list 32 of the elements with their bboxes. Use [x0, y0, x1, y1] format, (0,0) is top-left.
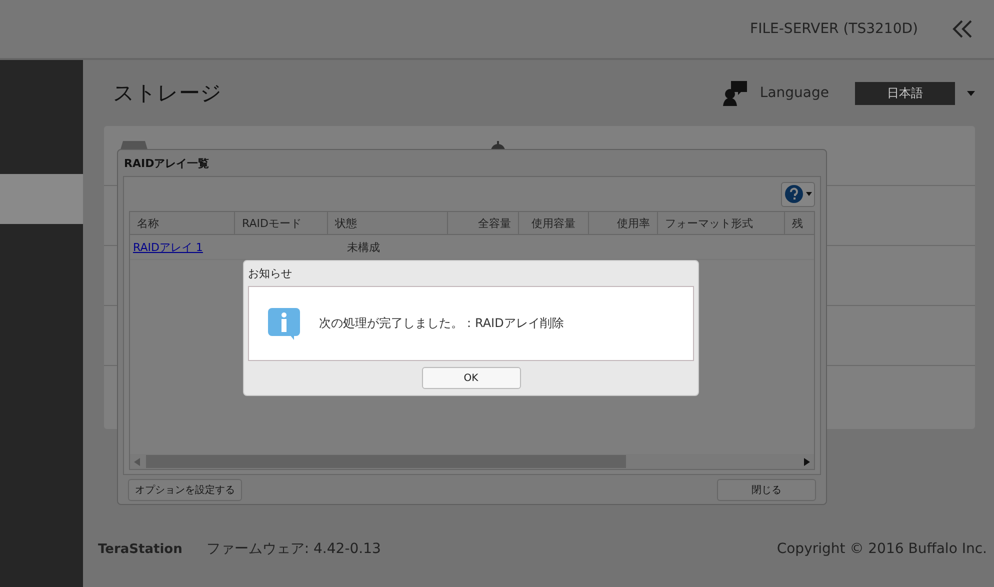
- raid-array-link[interactable]: RAIDアレイ 1: [133, 240, 203, 254]
- copyright: Copyright © 2016 Buffalo Inc.: [776, 541, 987, 557]
- chat-person-icon: [722, 80, 748, 106]
- column-header[interactable]: 使用容量: [519, 212, 589, 234]
- help-button[interactable]: [781, 182, 815, 206]
- table-cell: 未構成: [347, 240, 380, 254]
- info-icon: [268, 308, 300, 340]
- close-button[interactable]: 閉じる: [717, 479, 816, 501]
- column-header[interactable]: RAIDモード: [235, 212, 328, 234]
- language-label: Language: [760, 85, 829, 101]
- language-select[interactable]: 日本語: [855, 82, 955, 104]
- set-options-button[interactable]: オプションを設定する: [128, 479, 242, 501]
- dialog-title: お知らせ: [248, 266, 293, 282]
- column-header[interactable]: 名称: [130, 212, 235, 234]
- caret-icon: [806, 192, 812, 196]
- dialog-title: RAIDアレイ一覧: [123, 156, 210, 172]
- column-header[interactable]: 使用率: [589, 212, 658, 234]
- firmware-version: ファームウェア: 4.42-0.13: [206, 540, 381, 558]
- ok-button[interactable]: OK: [422, 367, 520, 389]
- brand-logo: TeraStation: [98, 542, 182, 556]
- horizontal-scrollbar[interactable]: [130, 454, 814, 469]
- column-header[interactable]: 残: [785, 212, 814, 234]
- notice-message: 次の処理が完了しました。：RAIDアレイ削除: [319, 315, 564, 332]
- column-header[interactable]: フォーマット形式: [658, 212, 785, 234]
- help-icon: [784, 185, 802, 203]
- scroll-right-icon[interactable]: [804, 458, 810, 466]
- caret-icon[interactable]: [967, 90, 975, 96]
- page-title: ストレージ: [113, 80, 222, 107]
- column-header[interactable]: 状態: [328, 212, 448, 234]
- device-name: FILE-SERVER (TS3210D): [750, 21, 918, 37]
- column-header[interactable]: 全容量: [448, 212, 519, 234]
- collapse-icon[interactable]: [952, 19, 974, 39]
